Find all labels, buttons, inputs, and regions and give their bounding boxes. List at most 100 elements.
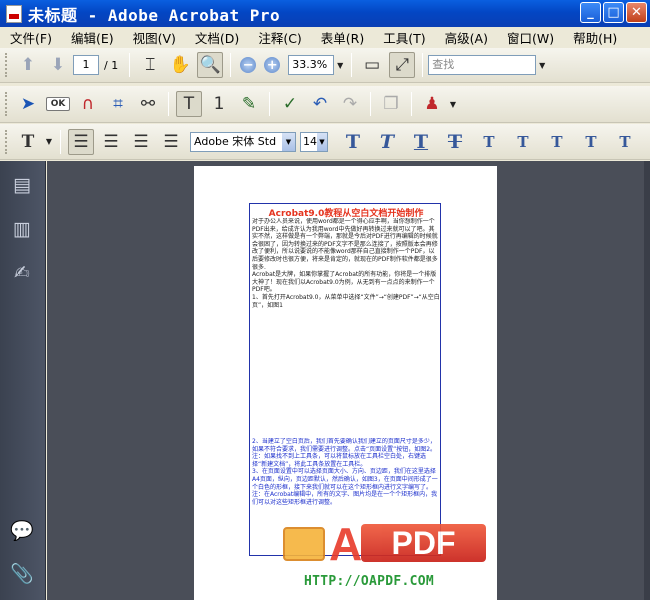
window-controls: _ □ ✕ <box>580 2 647 23</box>
toolbar-separator <box>422 53 424 77</box>
toolbar-grip[interactable] <box>5 53 9 77</box>
watermark-logo: A PDF <box>281 518 486 570</box>
select-object-icon[interactable]: ➤ <box>15 91 41 117</box>
menu-file[interactable]: 文件(F) <box>0 28 61 47</box>
zoom-in-icon[interactable]: + <box>264 57 281 73</box>
toolbar-separator <box>60 129 61 154</box>
menu-document[interactable]: 文档(D) <box>185 28 248 47</box>
zoom-marquee-icon[interactable]: 🔍 <box>197 52 224 78</box>
minimize-button[interactable]: _ <box>580 2 601 23</box>
close-button[interactable]: ✕ <box>626 2 647 23</box>
attach-file-icon[interactable]: ⚯ <box>135 91 161 117</box>
copy-icon[interactable]: ❐ <box>378 91 404 117</box>
zoom-dropdown-icon[interactable]: ▼ <box>334 55 346 75</box>
menu-advanced[interactable]: 高级(A) <box>435 28 497 47</box>
justify-icon[interactable]: ☰ <box>158 129 184 155</box>
toolbar-separator <box>129 53 131 77</box>
title-bar: 未标题 - Adobe Acrobat Pro _ □ ✕ <box>0 0 650 27</box>
toolbar-separator <box>370 92 371 116</box>
search-dropdown-icon[interactable]: ▼ <box>536 55 548 75</box>
text-format-toolbar: T ▼ ☰ ☰ ☰ ☰ Adobe 宋体 Std ▼ 14 ▼ T T T T … <box>0 124 650 160</box>
bookmarks-icon[interactable]: ▥ <box>10 217 34 241</box>
document-right-edge <box>644 161 650 600</box>
body-paragraph: Acrobat是大牌，如果你掌握了Acrobat的所有功能，你将是一个排版大神了… <box>252 271 437 294</box>
toolbar-separator <box>351 53 353 77</box>
toolbar-grip[interactable] <box>5 92 9 116</box>
superscript-text-icon[interactable]: T <box>472 133 506 151</box>
document-body-blue: 2、当建立了空白页后，我们首先要确认我们建立的页面尺寸是多少，如果不符合要求，我… <box>252 438 440 506</box>
bold-text-icon[interactable]: T <box>336 131 370 153</box>
body-paragraph: 注：如果找不到上工具条，可以将鼠标放在工具栏空白处，右键选择“新建文档”，将此工… <box>252 453 427 468</box>
font-size-dropdown-icon[interactable]: ▼ <box>317 132 327 151</box>
baseline-offset-icon[interactable]: T <box>608 133 642 151</box>
horizontal-scaling-icon[interactable]: T <box>574 133 608 151</box>
search-input[interactable]: 查找 <box>428 55 537 75</box>
window-title: 未标题 - Adobe Acrobat Pro <box>28 5 281 25</box>
signatures-icon[interactable]: ✍ <box>10 261 34 285</box>
zoom-level-input[interactable]: 33.3% <box>288 55 335 75</box>
form-button-icon[interactable]: OK <box>45 91 71 117</box>
folder-icon <box>283 527 325 561</box>
text-color-dropdown-icon[interactable]: ▼ <box>43 132 55 152</box>
spell-check-icon[interactable]: ✓ <box>277 91 303 117</box>
touchup-object-icon[interactable]: ✎ <box>236 91 262 117</box>
document-viewport[interactable]: Acrobat9.0教程从空白文档开始制作 对于办公人员来说，使用word都是一… <box>47 161 650 600</box>
editing-toolbar: ➤ OK ∩ ⌗ ⚯ T 1 ✎ ✓ ↶ ↷ ❐ ♟ ▼ <box>0 86 650 123</box>
watermark-brand: PDF <box>361 524 486 562</box>
toolbar-separator <box>168 92 169 116</box>
document-body-black: 对于办公人员来说，使用word都是一个得心应手啊，当你想制作一个PDF出来，给成… <box>252 218 440 309</box>
select-tool-icon[interactable]: ⌶ <box>137 52 163 78</box>
fit-page-icon[interactable]: ⤢ <box>389 52 416 78</box>
menu-window[interactable]: 窗口(W) <box>497 28 563 47</box>
strikethrough-text-icon[interactable]: T <box>438 131 472 153</box>
align-center-icon[interactable]: ☰ <box>98 129 124 155</box>
page-total: / 1 <box>104 58 119 72</box>
menu-forms[interactable]: 表单(R) <box>311 28 373 47</box>
comments-icon[interactable]: 💬 <box>10 518 34 542</box>
ok-label: OK <box>45 97 71 111</box>
navigation-panel: ▤ ▥ ✍ 💬 📎 <box>0 161 46 600</box>
page-number-input[interactable]: 1 <box>73 55 99 75</box>
character-spacing-icon[interactable]: T <box>540 133 574 151</box>
maximize-button[interactable]: □ <box>603 2 624 23</box>
crop-tool-icon[interactable]: ⌗ <box>105 91 131 117</box>
menu-view[interactable]: 视图(V) <box>123 28 185 47</box>
menu-edit[interactable]: 编辑(E) <box>61 28 123 47</box>
pdf-page[interactable]: Acrobat9.0教程从空白文档开始制作 对于办公人员来说，使用word都是一… <box>194 166 497 600</box>
touchup-reading-order-icon[interactable]: 1 <box>206 91 232 117</box>
hand-tool-icon[interactable]: ✋ <box>167 52 193 78</box>
stamp-dropdown-icon[interactable]: ▼ <box>447 94 459 114</box>
menu-help[interactable]: 帮助(H) <box>563 28 626 47</box>
align-left-icon[interactable]: ☰ <box>68 128 94 155</box>
body-paragraph: 3、在页面设置中可以选择页面大小、方向、页边距，我们在这里选择A4页面，纵向，页… <box>252 468 438 491</box>
acrobat-document-icon <box>6 4 22 23</box>
underline-text-icon[interactable]: T <box>404 131 438 153</box>
scrolling-mode-icon[interactable]: ▭ <box>359 52 385 78</box>
touchup-text-icon[interactable]: T <box>176 91 202 117</box>
redo-icon[interactable]: ↷ <box>337 91 363 117</box>
zoom-out-icon[interactable]: − <box>240 57 257 73</box>
toolbar-separator <box>230 53 232 77</box>
menu-tools[interactable]: 工具(T) <box>373 28 434 47</box>
toolbar-grip[interactable] <box>5 129 9 154</box>
text-color-icon[interactable]: T <box>15 129 41 155</box>
pages-icon[interactable]: ▤ <box>10 173 34 197</box>
link-tool-icon[interactable]: ∩ <box>75 91 101 117</box>
italic-text-icon[interactable]: T <box>370 131 404 153</box>
attachments-icon[interactable]: 📎 <box>10 561 34 585</box>
watermark-url: HTTP://OAPDF.COM <box>304 574 435 589</box>
font-size-select[interactable]: 14 ▼ <box>300 131 328 152</box>
menu-comments[interactable]: 注释(C) <box>248 28 310 47</box>
body-paragraph: 1、首先打开Acrobat9.0，从菜单中选择“文件”→“创建PDF”→“从空白… <box>252 293 440 309</box>
body-paragraph: 2、当建立了空白页后，我们首先要确认我们建立的页面尺寸是多少，如果不符合要求，我… <box>252 438 437 453</box>
undo-icon[interactable]: ↶ <box>307 91 333 117</box>
next-page-icon[interactable]: ⬇ <box>45 52 71 78</box>
font-family-select[interactable]: Adobe 宋体 Std ▼ <box>190 131 296 152</box>
text-frame[interactable]: Acrobat9.0教程从空白文档开始制作 对于办公人员来说，使用word都是一… <box>249 203 441 556</box>
body-paragraph: 注：在Acrobat编辑中，所有的文字、图片均是在一个个矩形框内，我们可以对这些… <box>252 491 438 506</box>
font-family-dropdown-icon[interactable]: ▼ <box>282 132 295 151</box>
subscript-text-icon[interactable]: T <box>506 133 540 151</box>
stamp-tool-icon[interactable]: ♟ <box>419 91 445 117</box>
align-right-icon[interactable]: ☰ <box>128 129 154 155</box>
previous-page-icon[interactable]: ⬆ <box>15 52 41 78</box>
